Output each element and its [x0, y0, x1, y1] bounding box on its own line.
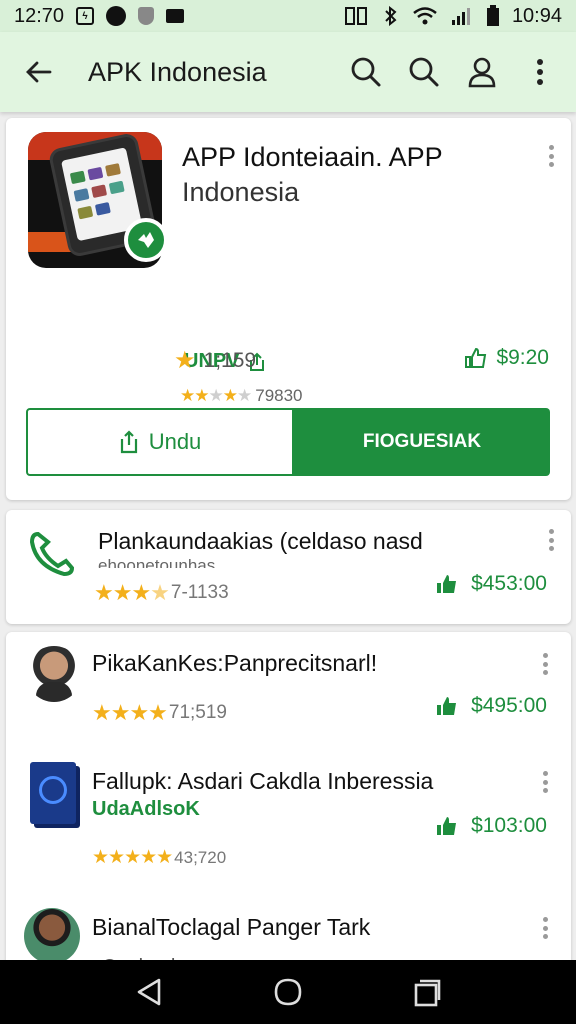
item-more-button[interactable]	[535, 650, 555, 678]
item-rating: ★★★★ 7-1133	[94, 580, 229, 606]
stat-left-value: 1;159	[203, 348, 257, 372]
thumbs-up-icon	[437, 817, 457, 835]
featured-app-card[interactable]: APP Idonteiaain. APP Indonesia UNPV ★★★★…	[6, 118, 571, 500]
account-button[interactable]	[464, 54, 500, 90]
status-right: 10:94	[344, 5, 562, 28]
item-subtitle: ehoonetounhas	[98, 556, 216, 568]
app-bar: APK Indonesia	[0, 32, 576, 112]
status-left: 12:70 ϟ	[14, 4, 185, 28]
install-button[interactable]: FIOGUESIAK	[294, 408, 550, 476]
featured-rating: ★★★★★ 79830	[180, 386, 303, 406]
shield-icon	[138, 7, 155, 25]
home-circle-icon	[274, 978, 302, 1006]
system-nav-bar	[0, 960, 576, 1024]
rating-value: 7-1133	[170, 582, 229, 603]
featured-actions: Undu FIOGUESIAK	[26, 408, 550, 476]
search-icon	[409, 57, 439, 87]
item-more-button[interactable]	[535, 914, 555, 942]
rating-value: 43;720	[174, 847, 227, 867]
item-title: Plankaundaakias (celdaso nasd	[98, 528, 423, 554]
flash-icon: ϟ	[76, 7, 95, 25]
item-more-button[interactable]	[541, 526, 561, 554]
avatar	[24, 908, 80, 964]
stat-right-value: $9:20	[496, 346, 549, 369]
featured-stat-rating: ★ 1;159	[174, 346, 256, 375]
page-title: APK Indonesia	[88, 56, 267, 87]
status-bar: 12:70 ϟ 10:94	[0, 0, 576, 32]
arrow-left-icon	[26, 61, 52, 83]
status-clock: 10:94	[511, 4, 562, 27]
featured-title-line: APP Idonteiaain. APP	[182, 142, 443, 172]
price-value: $103:00	[471, 814, 547, 837]
thumbs-up-icon	[465, 347, 487, 368]
battery-icon	[486, 5, 499, 26]
search-button[interactable]	[348, 54, 384, 90]
rating-count: 79830	[255, 386, 303, 405]
star-icon: ★	[174, 347, 196, 374]
app-list: PikaKanKes:Panprecitsnarl! ★★★★ 71;519 $…	[6, 632, 571, 972]
triangle-back-icon	[138, 978, 161, 1006]
item-rating: ★★★★★ 43;720	[92, 846, 226, 869]
rating-stars: ★★★★	[94, 580, 170, 605]
price-value: $453:00	[471, 572, 547, 595]
item-price: $453:00	[435, 572, 547, 596]
download-button[interactable]: Undu	[26, 408, 294, 476]
avatar	[26, 646, 82, 702]
item-title[interactable]: Fallupk: Asdari Cakdla Inberessia	[92, 768, 433, 795]
wifi-icon	[413, 7, 437, 25]
app-notification-icon	[106, 6, 127, 26]
featured-more-button[interactable]	[541, 142, 561, 170]
item-title[interactable]: BianalToclagal Panger Tark	[92, 914, 370, 941]
item-price: $495:00	[435, 694, 547, 718]
signal-icon	[451, 8, 470, 25]
nfc-icon	[344, 7, 367, 25]
nav-recents-button[interactable]	[407, 972, 447, 1012]
person-icon	[468, 57, 496, 88]
thumbs-up-icon	[437, 697, 457, 715]
featured-app-title: APP Idonteiaain. APP Indonesia	[182, 140, 522, 210]
item-developer[interactable]: UdaAdlsoK	[92, 798, 200, 821]
list-item[interactable]: Plankaundaakias (celdaso nasd ehoonetoun…	[6, 510, 571, 624]
rating-stars: ★★★★	[92, 700, 168, 725]
back-button[interactable]	[20, 54, 56, 90]
more-vertical-icon	[537, 59, 543, 85]
bluetooth-icon	[385, 6, 397, 26]
item-price: $103:00	[435, 814, 547, 838]
search-icon	[351, 57, 381, 87]
rating-stars: ★★★★★	[92, 847, 173, 868]
app-bar-actions	[348, 54, 558, 90]
nav-home-button[interactable]	[268, 972, 308, 1012]
status-time: 12:70	[14, 4, 65, 27]
verified-badge-icon	[124, 218, 168, 262]
media-icon	[166, 9, 185, 23]
item-rating: ★★★★ 71;519	[92, 700, 227, 726]
nav-back-button[interactable]	[129, 972, 169, 1012]
share-icon	[120, 430, 137, 454]
rating-value: 71;519	[168, 702, 228, 723]
search-button-secondary[interactable]	[406, 54, 442, 90]
phone-icon	[29, 531, 75, 577]
item-title[interactable]: PikaKanKes:Panprecitsnarl!	[92, 650, 377, 677]
featured-subtitle: Indonesia	[182, 177, 300, 207]
overflow-menu-button[interactable]	[522, 54, 558, 90]
rating-stars: ★★★★★	[180, 386, 252, 405]
download-label: Undu	[148, 429, 202, 454]
recents-square-icon	[414, 979, 440, 1007]
item-more-button[interactable]	[535, 768, 555, 796]
book-app-icon	[30, 762, 76, 824]
featured-stat-price: $9:20	[464, 346, 549, 370]
thumbs-up-icon	[437, 575, 457, 593]
price-value: $495:00	[471, 694, 547, 717]
